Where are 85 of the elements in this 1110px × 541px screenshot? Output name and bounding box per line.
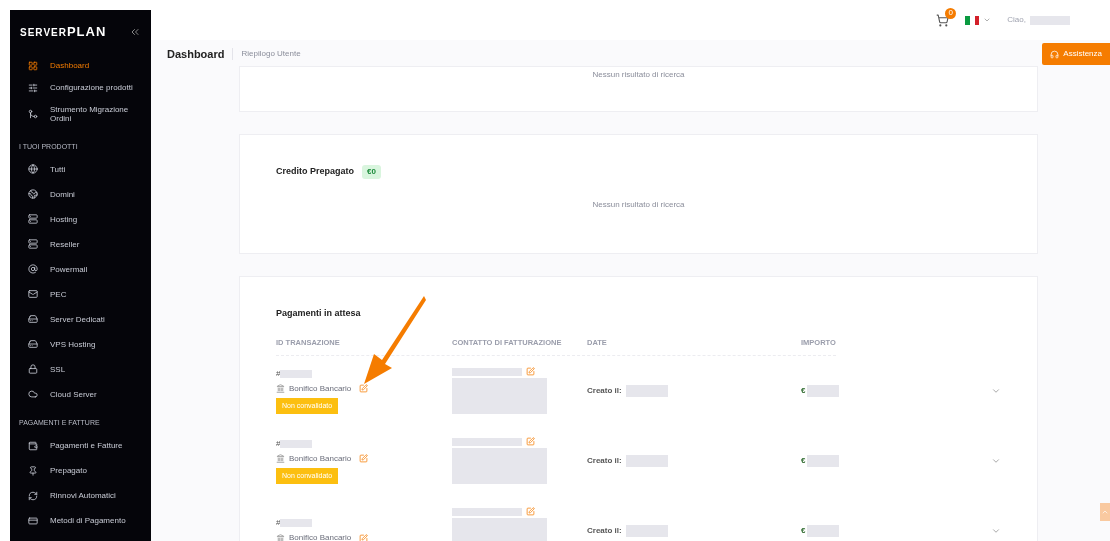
logo: SERVERPLAN bbox=[20, 23, 107, 41]
redacted-block bbox=[1030, 15, 1070, 25]
sidebar-item[interactable]: Rinnovi Automatici bbox=[10, 487, 151, 504]
sidebar-item[interactable]: Server Dedicati bbox=[10, 311, 151, 327]
page-title: Dashboard bbox=[167, 46, 225, 62]
redacted-block bbox=[807, 524, 840, 537]
mail-icon bbox=[28, 289, 38, 299]
merge-icon bbox=[28, 108, 38, 119]
date-label: Creato il: bbox=[587, 454, 622, 467]
sidebar-item[interactable]: VPS Hosting bbox=[10, 336, 151, 352]
transaction-id: # bbox=[276, 367, 281, 380]
card-title: Credito Prepagato bbox=[276, 165, 354, 179]
bank-icon bbox=[276, 454, 285, 463]
sidebar-item[interactable]: Domini bbox=[10, 186, 151, 202]
redacted-block bbox=[280, 369, 313, 378]
sidebar-item[interactable]: Hosting bbox=[10, 211, 151, 227]
redacted-block bbox=[807, 384, 840, 397]
refresh-icon bbox=[28, 490, 38, 501]
sliders-icon bbox=[28, 82, 38, 93]
flag-icon bbox=[965, 15, 980, 25]
currency-symbol: € bbox=[801, 454, 806, 467]
credit-card-icon bbox=[28, 515, 38, 526]
date-label: Creato il: bbox=[587, 524, 622, 537]
empty-message: Nessun risultato di ricerca bbox=[592, 69, 685, 81]
date-label: Creato il: bbox=[587, 384, 622, 397]
bank-icon bbox=[276, 384, 285, 393]
redacted-block bbox=[807, 454, 840, 467]
sidebar-item[interactable]: Cloud Server bbox=[10, 386, 151, 402]
grid-icon bbox=[28, 60, 38, 71]
edit-icon[interactable] bbox=[526, 367, 535, 377]
sidebar-item[interactable]: Dashboard bbox=[10, 57, 151, 74]
redacted-block bbox=[452, 437, 522, 446]
redacted-block bbox=[280, 519, 313, 528]
cart-icon[interactable] bbox=[936, 13, 950, 27]
payment-method: Bonifico Bancario bbox=[289, 382, 352, 395]
edit-icon[interactable] bbox=[526, 437, 535, 447]
server-icon bbox=[28, 314, 38, 324]
pin-icon bbox=[28, 465, 38, 476]
sidebar-item[interactable]: SSL bbox=[10, 361, 151, 377]
sidebar-item[interactable]: Strumento Migrazione Ordini bbox=[10, 101, 151, 126]
globe-icon bbox=[28, 189, 38, 199]
transaction-id: # bbox=[276, 437, 281, 450]
edit-icon[interactable] bbox=[526, 507, 535, 517]
sidebar-item[interactable]: Prepagato bbox=[10, 462, 151, 479]
server-icon bbox=[28, 214, 38, 224]
globe-icon bbox=[28, 164, 38, 174]
cart-count: 0 bbox=[945, 7, 957, 19]
currency-symbol: € bbox=[801, 384, 806, 397]
edit-icon[interactable] bbox=[359, 533, 369, 541]
transaction-id: # bbox=[276, 517, 281, 530]
sidebar-item[interactable]: Configurazione prodotti bbox=[10, 79, 151, 96]
greeting: Ciao, bbox=[1007, 14, 1026, 26]
edit-icon[interactable] bbox=[359, 384, 369, 393]
headset-icon bbox=[1050, 49, 1060, 59]
cloud-icon bbox=[28, 389, 38, 399]
breadcrumb: Riepilogo Utente bbox=[232, 48, 301, 60]
at-sign-icon bbox=[28, 264, 38, 274]
redacted-block bbox=[625, 454, 668, 467]
payment-method: Bonifico Bancario bbox=[289, 532, 352, 541]
server-icon bbox=[28, 339, 38, 349]
currency-symbol: € bbox=[801, 524, 806, 537]
empty-message: Nessun risultato di ricerca bbox=[592, 199, 685, 211]
server-icon bbox=[28, 239, 38, 249]
redacted-block bbox=[452, 507, 522, 516]
edit-icon[interactable] bbox=[359, 454, 369, 463]
redacted-block bbox=[280, 439, 313, 448]
credit-badge: €0 bbox=[362, 165, 381, 179]
payment-method: Bonifico Bancario bbox=[289, 452, 352, 465]
redacted-block bbox=[452, 367, 522, 376]
sidebar-item[interactable]: Reseller bbox=[10, 236, 151, 252]
sidebar-item[interactable]: PEC bbox=[10, 286, 151, 302]
caret-icon bbox=[983, 16, 992, 24]
redacted-block bbox=[625, 524, 668, 537]
scroll-top-button[interactable] bbox=[1100, 503, 1110, 521]
lock-icon bbox=[28, 364, 38, 374]
redacted-block bbox=[625, 384, 668, 397]
bank-icon bbox=[276, 533, 285, 541]
card-title: Pagamenti in attesa bbox=[276, 307, 362, 320]
sidebar-item[interactable]: Powermail bbox=[10, 261, 151, 277]
sidebar-item[interactable]: Metodi di Pagamento bbox=[10, 512, 151, 529]
sidebar-item[interactable]: Tutti bbox=[10, 161, 151, 177]
wallet-icon bbox=[28, 440, 38, 451]
chevron-up-icon bbox=[1101, 508, 1109, 516]
language-selector[interactable] bbox=[965, 15, 992, 25]
sidebar-item[interactable]: Pagamenti e Fatture bbox=[10, 437, 151, 454]
